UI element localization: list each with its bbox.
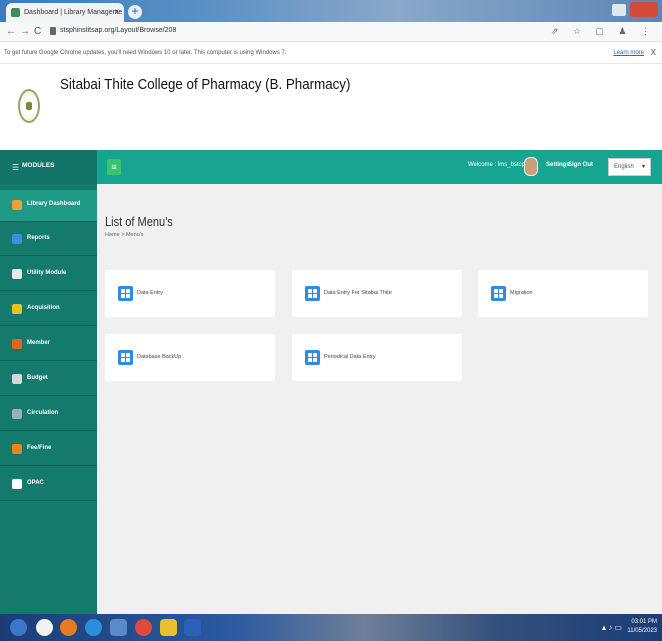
main-content: List of Menu's Home > Menu's Data Entry … — [97, 184, 662, 614]
start-button-icon[interactable] — [10, 619, 27, 636]
college-logo — [18, 89, 40, 123]
forward-button[interactable]: → — [20, 26, 30, 37]
firefox-icon[interactable] — [60, 619, 77, 636]
info-message: To get future Google Chrome updates, you… — [4, 50, 287, 56]
menu-card-label: Data Entry For Sitabai Thite — [324, 290, 392, 296]
address-bar: ← → C stsphinstitsap.org/Layout/Browse/2… — [0, 22, 662, 42]
update-info-bar: To get future Google Chrome updates, you… — [0, 42, 662, 64]
window-close-button[interactable] — [630, 2, 658, 17]
clock-date: 11/05/2023 — [627, 628, 657, 634]
sidebar-item-label: Reports — [27, 235, 50, 241]
windows-tile-icon — [118, 286, 133, 301]
sidebar-item-label: Library Dashboard — [27, 201, 81, 207]
sidebar-item-reports[interactable]: Reports — [0, 224, 97, 256]
system-tray[interactable]: ▴ ♪ ▭ — [602, 623, 622, 632]
sidebar-item-member[interactable]: Member — [0, 329, 97, 361]
settings-link[interactable]: Settings — [546, 162, 570, 168]
menu-card-label: Periodical Data Entry — [324, 354, 376, 360]
sidebar-item-acquisition[interactable]: Acquisition — [0, 294, 97, 326]
college-name: Sitabai Thite College of Pharmacy (B. Ph… — [60, 77, 351, 93]
modules-header: ☰ MODULES — [0, 150, 97, 184]
windows-tile-icon — [491, 286, 506, 301]
modules-icon: ☰ — [12, 163, 20, 172]
breadcrumb[interactable]: Home > Menu's — [105, 232, 144, 238]
tab-title: Dashboard | Library Manageme — [24, 9, 123, 16]
sidebar-item-label: Acquisition — [27, 305, 60, 311]
menu-card-data-entry[interactable]: Data Entry — [105, 270, 275, 317]
sidebar-item-label: Circulation — [27, 410, 59, 416]
favicon-icon — [11, 8, 20, 17]
menu-card-database-backup[interactable]: Database BackUp — [105, 334, 275, 381]
tab-close-button[interactable]: x — [115, 7, 119, 16]
security-app-icon[interactable] — [36, 619, 53, 636]
windows-tile-icon — [305, 350, 320, 365]
reload-button[interactable]: C — [34, 26, 41, 37]
menu-card-label: Data Entry — [137, 290, 163, 296]
file-explorer-icon[interactable] — [110, 619, 127, 636]
clock[interactable]: 03:01 PM 11/05/2023 — [627, 618, 657, 636]
sidebar-item-label: OPAC — [27, 480, 44, 486]
top-nav: ☰ MODULES ≡ Welcome : lms_bstcp Settings… — [0, 150, 662, 184]
back-button[interactable]: ← — [6, 26, 16, 37]
language-value: English — [614, 164, 634, 170]
info-close-button[interactable]: X — [651, 48, 656, 57]
utility-icon — [12, 269, 22, 279]
browser-tab-bar: Dashboard | Library Manageme x + — [0, 0, 662, 22]
browser-tab[interactable]: Dashboard | Library Manageme x — [6, 3, 124, 22]
new-tab-button[interactable]: + — [128, 5, 142, 19]
opac-icon — [12, 479, 22, 489]
sidebar-item-utility-module[interactable]: Utility Module — [0, 259, 97, 291]
menu-card-label: Database BackUp — [137, 354, 182, 360]
sidebar-item-circulation[interactable]: Circulation — [0, 399, 97, 431]
window-controls — [612, 2, 658, 18]
member-icon — [12, 339, 22, 349]
taskbar: ▴ ♪ ▭ 03:01 PM 11/05/2023 — [0, 614, 662, 641]
sidebar-item-label: Utility Module — [27, 270, 67, 276]
sidebar-item-opac[interactable]: OPAC — [0, 469, 97, 501]
minimize-button[interactable] — [612, 4, 626, 16]
sidebar-item-budget[interactable]: Budget — [0, 364, 97, 396]
folder-icon[interactable] — [160, 619, 177, 636]
budget-icon — [12, 374, 22, 384]
menu-card-data-entry-sitabai[interactable]: Data Entry For Sitabai Thite — [292, 270, 462, 317]
menu-toggle-button[interactable]: ≡ — [107, 159, 121, 175]
sidebar-item-fee-fine[interactable]: Fee/Fine — [0, 434, 97, 466]
clock-time: 03:01 PM — [631, 619, 657, 625]
learn-more-link[interactable]: Learn more — [613, 50, 644, 56]
acquisition-icon — [12, 304, 22, 314]
browser-action-icons[interactable]: ⇗ ☆ ▢ ♟ ⋮ — [551, 26, 656, 37]
edge-icon[interactable] — [85, 619, 102, 636]
windows-tile-icon — [118, 350, 133, 365]
language-select[interactable]: English ▾ — [608, 158, 651, 176]
dashboard-icon — [12, 200, 22, 210]
sidebar-item-label: Budget — [27, 375, 48, 381]
menu-card-label: Migration — [510, 290, 533, 296]
modules-label: MODULES — [22, 162, 55, 169]
sidebar: Library Dashboard Reports Utility Module… — [0, 184, 97, 614]
sidebar-item-label: Fee/Fine — [27, 445, 52, 451]
sidebar-item-label: Member — [27, 340, 51, 346]
lock-icon — [50, 27, 56, 35]
windows-tile-icon — [305, 286, 320, 301]
site-header: Sitabai Thite College of Pharmacy (B. Ph… — [0, 64, 662, 124]
chrome-icon[interactable] — [135, 619, 152, 636]
avatar[interactable] — [524, 157, 538, 176]
sidebar-item-library-dashboard[interactable]: Library Dashboard — [0, 190, 97, 222]
sign-out-link[interactable]: Sign Out — [568, 162, 593, 168]
chevron-down-icon: ▾ — [641, 164, 645, 170]
welcome-text: Welcome : lms_bstcp — [468, 162, 525, 168]
url-field[interactable]: stsphinstitsap.org/Layout/Browse/208 — [60, 27, 176, 34]
page-title: List of Menu's — [105, 214, 173, 229]
menu-card-migration[interactable]: Migration — [478, 270, 648, 317]
fee-icon — [12, 444, 22, 454]
word-icon[interactable] — [184, 619, 201, 636]
circulation-icon — [12, 409, 22, 419]
reports-icon — [12, 234, 22, 244]
menu-card-periodical-data-entry[interactable]: Periodical Data Entry — [292, 334, 462, 381]
